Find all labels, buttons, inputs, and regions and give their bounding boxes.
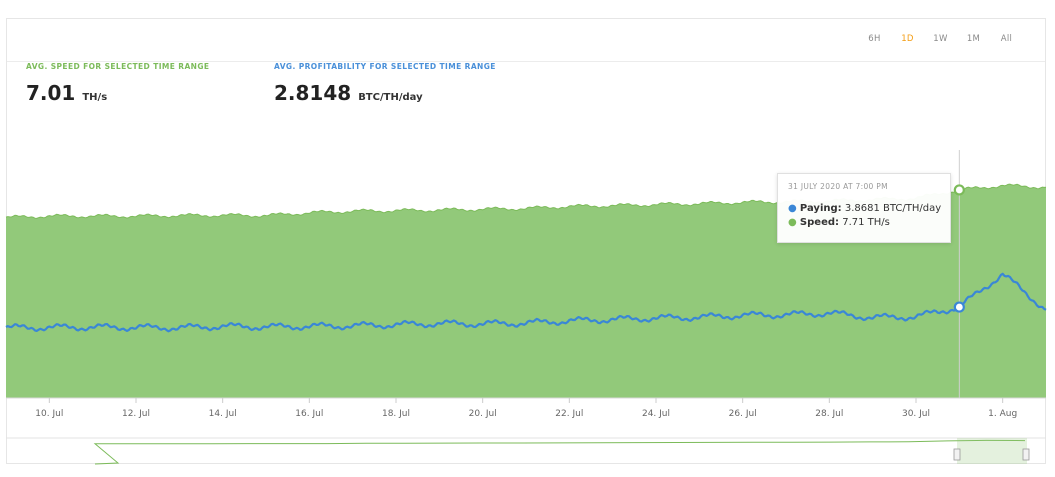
tooltip-date: 31 JULY 2020 AT 7:00 PM [788,182,888,191]
tooltip-speed-name: Speed: [799,217,840,228]
x-tick-label: 1. Aug [988,409,1017,419]
x-tick-label: 22. Jul [555,409,583,419]
x-tick-label: 28. Jul [815,409,843,419]
x-tick-label: 20. Jul [469,409,497,419]
x-axis-ticks: 10. Jul 12. Jul 14. Jul 16. Jul 18. Jul 20. J… [35,398,1017,419]
speed-hover-marker [953,184,965,196]
tooltip-paying-name: Paying: [799,203,842,214]
x-tick-label: 10. Jul [35,409,63,419]
tooltip-paying-value: 3.8681 BTC/TH/day [844,203,942,214]
tooltip-paying-row: ● Paying: 3.8681 BTC/TH/day [788,202,942,216]
navigator-series-line [93,439,1026,465]
navigator-left-handle[interactable] [953,448,961,461]
x-tick-label: 12. Jul [122,409,150,419]
x-tick-label: 26. Jul [729,409,757,419]
chart-tooltip: 31 JULY 2020 AT 7:00 PM ● Paying: 3.8681… [777,173,951,243]
navigator-selection[interactable] [957,438,1027,464]
x-tick-label: 24. Jul [642,409,670,419]
x-tick-label: 14. Jul [209,409,237,419]
range-navigator[interactable] [6,437,1046,465]
speed-legend-dot-icon: ● [788,217,797,228]
paying-legend-dot-icon: ● [788,203,797,214]
x-tick-label: 18. Jul [382,409,410,419]
tooltip-speed-value: 7.71 TH/s [842,217,890,228]
navigator-right-handle[interactable] [1022,448,1030,461]
tooltip-speed-row: ● Speed: 7.71 TH/s [788,216,940,230]
paying-hover-marker [953,301,965,313]
x-tick-label: 16. Jul [295,409,323,419]
x-tick-label: 30. Jul [902,409,930,419]
